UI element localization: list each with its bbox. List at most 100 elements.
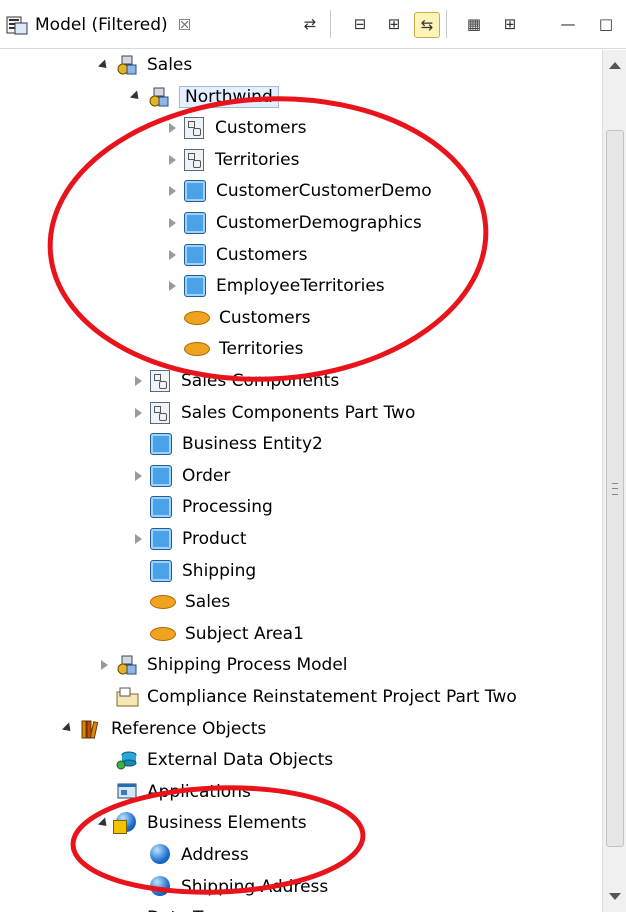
tree-item-label: Processing	[182, 497, 273, 518]
tree-item[interactable]: Order	[130, 461, 230, 491]
scroll-thumb[interactable]	[606, 130, 624, 847]
collapsed-toggle-icon[interactable]	[164, 120, 180, 136]
hierarchy-icon[interactable]: ⊞	[498, 12, 522, 36]
model-view-tab[interactable]: Model (Filtered) ☒	[6, 8, 191, 42]
tree-item-label: CustomerCustomerDemo	[216, 181, 432, 202]
subject-area-icon	[184, 342, 210, 357]
toggle-placeholder	[130, 626, 146, 642]
collapsed-toggle-icon[interactable]	[130, 531, 146, 547]
toggle-placeholder	[96, 752, 112, 768]
globe-icon	[150, 875, 172, 898]
toggle-placeholder	[130, 499, 146, 515]
view-toolbar: Model (Filtered) ☒ ⇄ ⊟ ⊞ ⇆ ▦ ⊞ — □	[0, 0, 626, 49]
minimize-icon[interactable]: —	[556, 12, 580, 36]
tree-item-label: Subject Area1	[185, 623, 304, 644]
entity-icon	[150, 528, 172, 550]
expanded-toggle-icon[interactable]	[128, 89, 144, 105]
project-folder-icon	[116, 686, 139, 708]
expanded-toggle-icon[interactable]	[96, 815, 112, 831]
tree-item[interactable]: Product	[130, 524, 247, 554]
collapsed-toggle-icon[interactable]	[96, 657, 112, 673]
tree-item[interactable]: CustomerCustomerDemo	[164, 176, 432, 206]
collapsed-toggle-icon[interactable]	[164, 152, 180, 168]
tree-item[interactable]: Applications	[96, 777, 251, 807]
link-with-editor-icon[interactable]: ⇆	[414, 12, 440, 38]
toolbar-separator	[330, 10, 331, 38]
tree-item[interactable]: Processing	[130, 492, 273, 522]
tree-item-label: Territories	[219, 339, 304, 360]
expanded-toggle-icon[interactable]	[60, 721, 76, 737]
tree-item-label: Sales	[185, 592, 231, 613]
toggle-placeholder	[130, 879, 146, 895]
tree-item[interactable]: Territories	[164, 145, 299, 175]
collapsed-toggle-icon[interactable]	[164, 278, 180, 294]
tree-item[interactable]: Address	[130, 840, 249, 870]
tree-item-label: Northwind	[179, 85, 279, 108]
tree-item-label: Applications	[147, 781, 251, 802]
tree-item-label: Compliance Reinstatement Project Part Tw…	[147, 687, 517, 707]
toolbar-separator	[446, 10, 447, 38]
tree-item[interactable]: Customers	[164, 113, 306, 143]
business-elements-icon	[113, 812, 138, 835]
tree-item[interactable]: Northwind	[128, 82, 279, 112]
toggle-placeholder	[96, 689, 112, 705]
tree-item-label: Sales Components	[181, 371, 340, 391]
collapsed-toggle-icon[interactable]	[164, 247, 180, 263]
tree-item[interactable]: Territories	[164, 334, 303, 364]
collapsed-toggle-icon[interactable]	[130, 405, 146, 421]
tree-item-label: Shipping	[182, 560, 257, 581]
subject-area-icon	[150, 595, 176, 610]
entity-icon	[184, 180, 206, 203]
tree-item[interactable]: Customers	[164, 303, 310, 333]
tree-item-label: Business Elements	[147, 813, 307, 834]
tree-item-label: Customers	[219, 307, 311, 328]
tree-item-label: External Data Objects	[147, 750, 334, 771]
diagram-icon	[150, 401, 172, 424]
tree-item[interactable]: Sales	[96, 50, 192, 80]
model-tree: Sales Northwind Customers Territories Custom…	[0, 50, 602, 912]
tree-item[interactable]: CustomerDemographics	[164, 208, 422, 238]
collapsed-toggle-icon[interactable]	[130, 468, 146, 484]
tree-item[interactable]: Reference Objects	[60, 714, 266, 744]
tree-item[interactable]: Shipping	[130, 556, 256, 586]
entity-icon	[150, 464, 172, 487]
collapse-all-icon[interactable]: ⊟	[348, 12, 372, 36]
tree-item[interactable]: Data Types	[96, 903, 241, 912]
process-model-icon	[148, 86, 170, 108]
tree-item[interactable]: Sales Components	[130, 366, 339, 396]
tree-item[interactable]: Business Elements	[96, 808, 307, 838]
tree-item[interactable]: Sales Components Part Two	[130, 398, 415, 428]
tree-item[interactable]: External Data Objects	[96, 745, 333, 775]
tree-item[interactable]: Business Entity2	[130, 429, 323, 459]
expanded-toggle-icon[interactable]	[96, 57, 112, 73]
toggle-placeholder	[164, 341, 180, 357]
books-icon	[80, 718, 102, 740]
new-diagram-icon[interactable]: ▦	[462, 12, 486, 36]
collapsed-toggle-icon[interactable]	[130, 373, 146, 389]
process-model-icon	[116, 654, 138, 676]
toggle-placeholder	[130, 563, 146, 579]
expand-all-icon[interactable]: ⊞	[382, 12, 406, 36]
tree-item[interactable]: Shipping Address	[130, 872, 328, 902]
maximize-icon[interactable]: □	[594, 12, 618, 36]
tree-item[interactable]: Sales	[130, 587, 230, 617]
tree-item-label: Customers	[216, 244, 308, 265]
collapsed-toggle-icon[interactable]	[164, 215, 180, 231]
tree-item-label: Order	[182, 465, 231, 486]
close-icon[interactable]: ☒	[178, 16, 191, 34]
tree-item-label: Sales Components Part Two	[181, 402, 416, 423]
tree-item[interactable]: Customers	[164, 240, 307, 270]
tree-item[interactable]: EmployeeTerritories	[164, 271, 385, 301]
tree-item[interactable]: Shipping Process Model	[96, 650, 348, 680]
tree-item[interactable]: Subject Area1	[130, 619, 304, 649]
scroll-up-icon[interactable]	[609, 62, 621, 69]
sync-icon[interactable]: ⇄	[298, 12, 322, 36]
entity-icon	[184, 243, 206, 266]
collapsed-toggle-icon[interactable]	[164, 183, 180, 199]
toggle-placeholder	[130, 847, 146, 863]
toggle-placeholder	[96, 784, 112, 800]
vertical-scrollbar[interactable]	[602, 50, 626, 912]
scroll-down-icon[interactable]	[609, 893, 621, 900]
tree-item[interactable]: Compliance Reinstatement Project Part Tw…	[96, 682, 517, 712]
tree-item-label: Product	[182, 529, 247, 549]
